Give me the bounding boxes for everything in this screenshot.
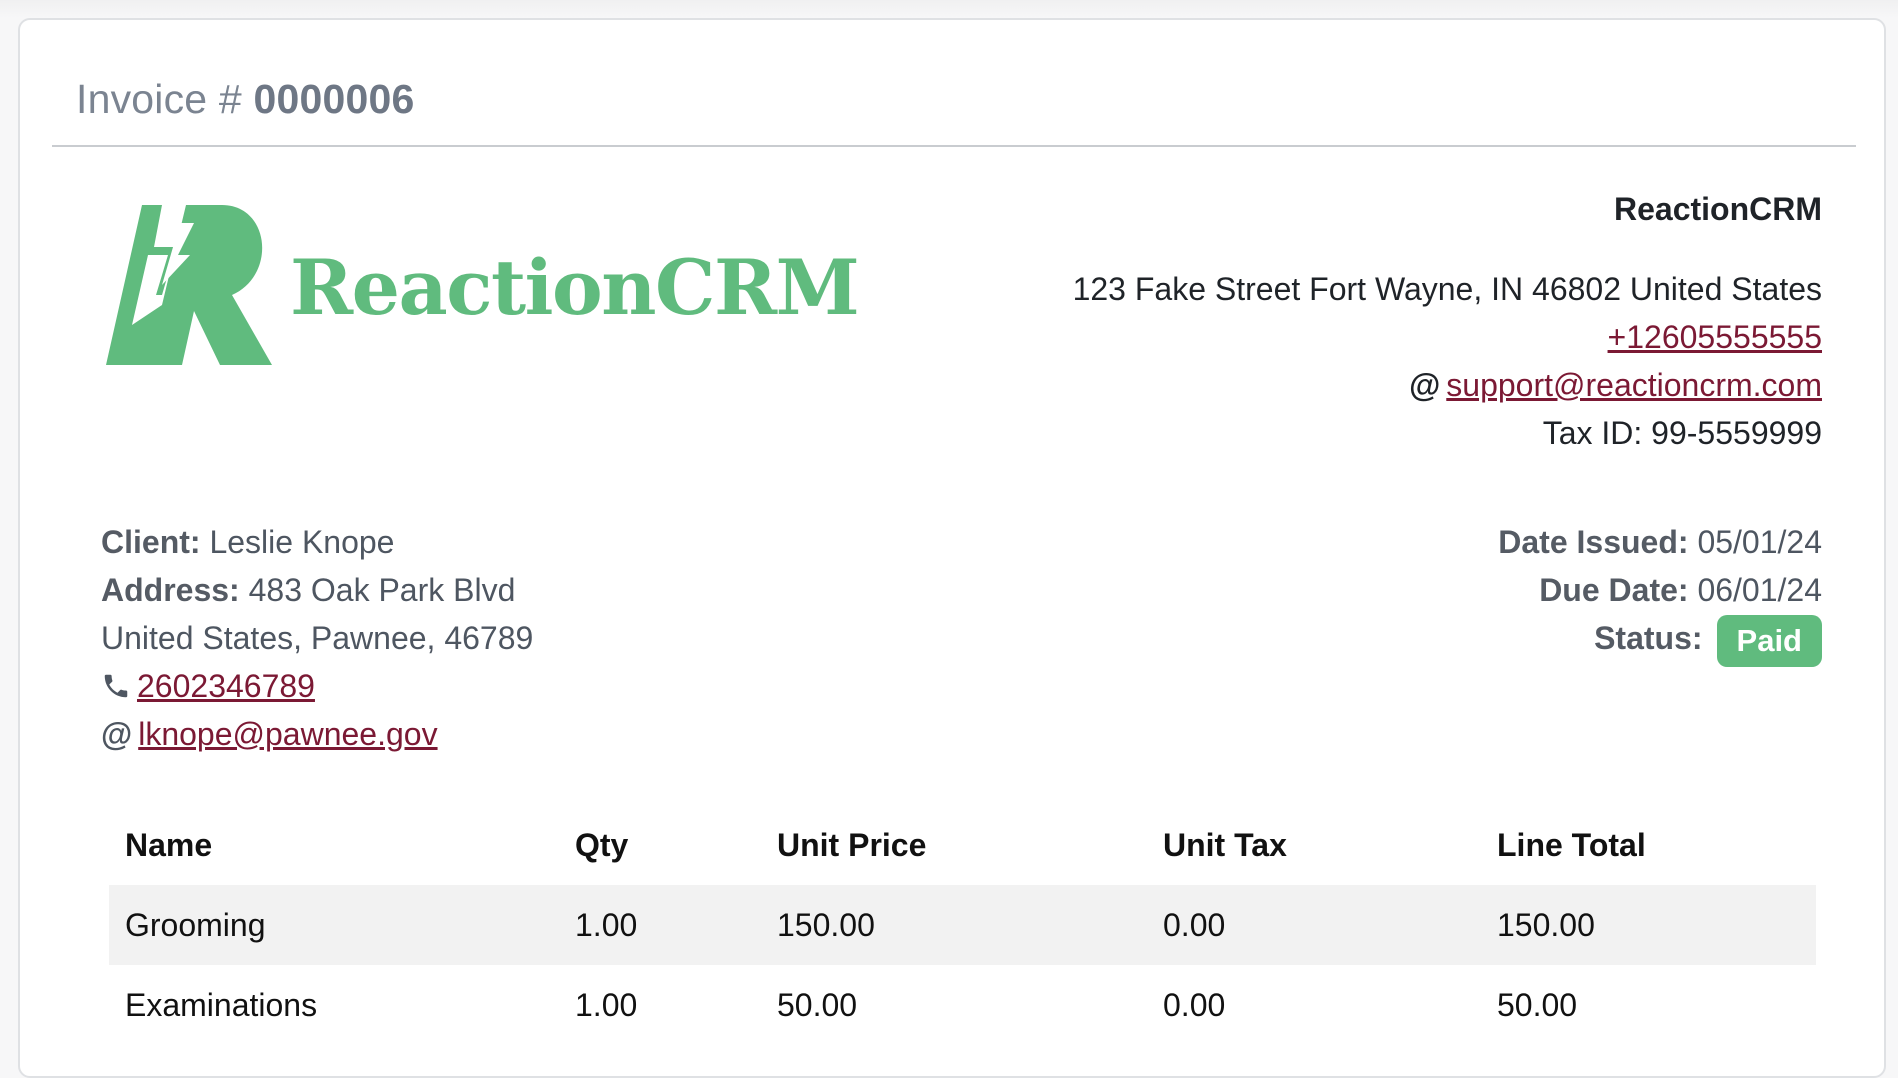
due-label: Due Date:: [1539, 572, 1689, 608]
cell-line-total: 150.00: [1481, 885, 1816, 965]
invoice-label: Invoice #: [76, 76, 242, 122]
invoice-meta: Date Issued: 05/01/24 Due Date: 06/01/24…: [1498, 518, 1822, 667]
status-label: Status:: [1594, 620, 1703, 656]
line-items-table: Name Qty Unit Price Unit Tax Line Total …: [109, 805, 1816, 1045]
cell-name: Grooming: [109, 885, 559, 965]
company-email-link[interactable]: support@reactioncrm.com: [1446, 367, 1822, 403]
cell-unit-tax: 0.00: [1163, 986, 1226, 1023]
company-phone-link[interactable]: +12605555555: [1608, 319, 1822, 355]
client-email-at-icon: @: [101, 716, 133, 752]
cell-unit-tax: 0.00: [1147, 885, 1481, 965]
cell-qty: 1.00: [575, 986, 638, 1023]
phone-icon: [104, 674, 128, 698]
table-row: Grooming 1.00 150.00 0.00 150.00: [109, 885, 1816, 965]
column-header-name: Name: [125, 826, 213, 863]
cell-unit-price: 150.00: [761, 885, 1147, 965]
column-header-unit-tax: Unit Tax: [1163, 826, 1287, 863]
invoice-card: Invoice # 0000006 ReactionCRM ReactionCR…: [18, 18, 1886, 1078]
company-name: ReactionCRM: [1613, 191, 1822, 227]
cell-name: Examinations: [125, 986, 318, 1023]
company-info: ReactionCRM 123 Fake Street Fort Wayne, …: [1073, 185, 1822, 457]
table-header-row: Name Qty Unit Price Unit Tax Line Total: [109, 805, 1816, 885]
logo-r-bolt-icon: [106, 205, 272, 365]
company-logo: ReactionCRM: [102, 185, 860, 375]
client-phone-link[interactable]: 2602346789: [137, 668, 315, 704]
client-address-line1: 483 Oak Park Blvd: [248, 572, 516, 608]
client-name: Leslie Knope: [209, 524, 395, 560]
cell-unit-price: 50.00: [777, 986, 858, 1023]
cell-qty: 1.00: [559, 885, 761, 965]
client-info: Client: Leslie Knope Address: 483 Oak Pa…: [101, 518, 533, 758]
logo-wordmark: ReactionCRM: [290, 243, 860, 332]
company-address: 123 Fake Street Fort Wayne, IN 46802 Uni…: [1072, 271, 1822, 307]
column-header-line-total: Line Total: [1497, 826, 1646, 863]
header-divider: [52, 145, 1856, 147]
cell-line-total: 50.00: [1497, 986, 1578, 1023]
client-label: Client:: [101, 524, 201, 560]
status-badge: Paid: [1716, 614, 1822, 667]
company-tax-id: Tax ID: 99-5559999: [1542, 415, 1822, 451]
invoice-title: Invoice # 0000006: [76, 76, 415, 123]
column-header-qty: Qty: [575, 826, 629, 863]
column-header-unit-price: Unit Price: [777, 826, 927, 863]
issued-label: Date Issued:: [1498, 524, 1689, 560]
table-row: Examinations 1.00 50.00 0.00 50.00: [109, 965, 1816, 1045]
email-at-icon: @: [1409, 367, 1441, 403]
due-date: 06/01/24: [1697, 572, 1822, 608]
client-address-line2: United States, Pawnee, 46789: [101, 620, 534, 656]
client-email-link[interactable]: lknope@pawnee.gov: [138, 716, 437, 752]
invoice-number: 0000006: [253, 76, 415, 122]
address-label: Address:: [101, 572, 240, 608]
page-top-shade: [0, 0, 1898, 18]
issued-date: 05/01/24: [1697, 524, 1822, 560]
